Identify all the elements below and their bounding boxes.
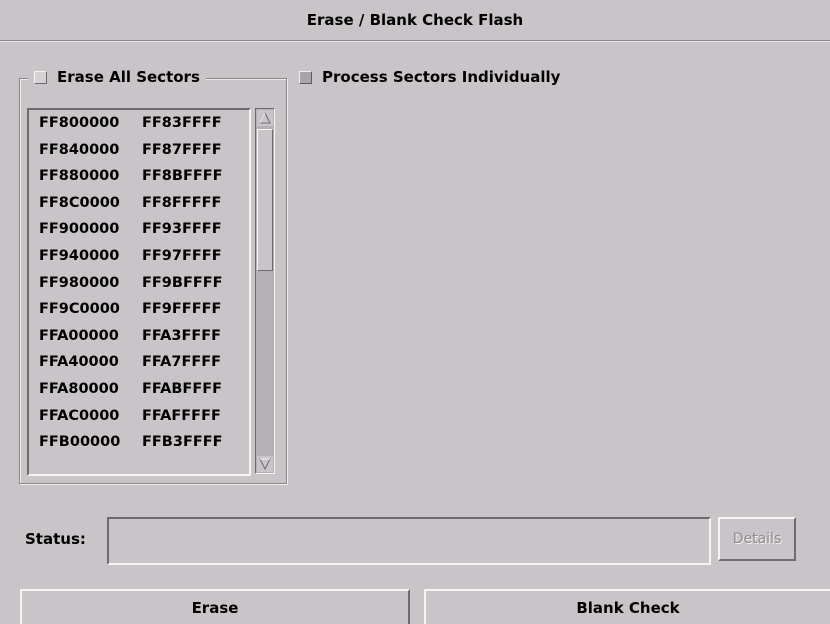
sector-row[interactable]: FF800000 FF83FFFF — [29, 110, 249, 137]
sector-start: FFA40000 — [39, 354, 119, 371]
sector-end: FF87FFFF — [142, 141, 222, 158]
sector-end: FF83FFFF — [142, 115, 222, 131]
sector-start: FF940000 — [39, 247, 120, 264]
scroll-up-arrow-icon[interactable] — [257, 110, 273, 126]
scroll-thumb[interactable] — [257, 129, 273, 271]
window-title: Erase / Blank Check Flash — [0, 0, 830, 41]
process-individually-checkbox[interactable]: Process Sectors Individually — [299, 63, 560, 91]
sector-row[interactable]: FF840000 FF87FFFF — [29, 137, 249, 164]
checkbox-icon — [299, 70, 312, 84]
status-label: Status: — [25, 530, 86, 548]
sector-start: FF8C0000 — [39, 194, 120, 211]
sector-end: FFB3FFFF — [142, 434, 223, 451]
sector-start: FF840000 — [39, 141, 120, 158]
process-individually-label: Process Sectors Individually — [322, 68, 561, 86]
sector-end: FFABFFFF — [142, 380, 223, 397]
erase-all-checkbox[interactable]: Erase All Sectors — [28, 63, 206, 91]
sector-start: FF980000 — [39, 274, 120, 291]
sector-start: FF9C0000 — [39, 301, 120, 318]
scroll-down-arrow-icon[interactable] — [257, 456, 273, 472]
sector-start: FF800000 — [39, 115, 120, 131]
sector-end: FF8FFFFF — [142, 194, 222, 211]
sector-end: FF9FFFFF — [142, 301, 222, 318]
sector-row[interactable]: FF880000 FF8BFFFF — [29, 163, 249, 190]
sector-end: FFA3FFFF — [142, 327, 222, 344]
sector-start: FF880000 — [39, 168, 120, 185]
sector-start: FFA00000 — [39, 327, 119, 344]
sector-row[interactable]: FF900000 FF93FFFF — [29, 216, 249, 243]
sector-end: FF9BFFFF — [142, 274, 223, 291]
checkbox-icon — [34, 70, 47, 84]
sector-list[interactable]: FF800000 FF83FFFF FF840000 FF87FFFF FF880000… — [27, 108, 251, 476]
sector-start: FFA80000 — [39, 380, 119, 397]
sector-row[interactable]: FF9C0000 FF9FFFFF — [29, 296, 249, 323]
sector-start: FF900000 — [39, 221, 120, 238]
details-button[interactable]: Details — [718, 517, 796, 561]
erase-button[interactable]: Erase — [20, 589, 410, 624]
sector-row[interactable]: FFA80000 FFABFFFF — [29, 376, 249, 403]
sector-list-scrollbar[interactable] — [255, 108, 275, 474]
sector-row[interactable]: FFA00000 FFA3FFFF — [29, 323, 249, 350]
sector-end: FFAFFFFF — [142, 407, 221, 424]
sector-row[interactable]: FFA40000 FFA7FFFF — [29, 349, 249, 376]
sector-start: FFB00000 — [39, 434, 121, 451]
sector-row[interactable]: FFB00000 FFB3FFFF — [29, 429, 249, 456]
sector-row[interactable]: FF980000 FF9BFFFF — [29, 270, 249, 297]
sector-start: FFAC0000 — [39, 407, 120, 424]
sector-row[interactable]: FF940000 FF97FFFF — [29, 243, 249, 270]
sector-end: FF93FFFF — [142, 221, 222, 238]
sector-row[interactable]: FF8C0000 FF8FFFFF — [29, 190, 249, 217]
sector-end: FFA7FFFF — [142, 354, 222, 371]
sector-row[interactable]: FFAC0000 FFAFFFFF — [29, 403, 249, 430]
sector-end: FF8BFFFF — [142, 168, 223, 185]
erase-all-label: Erase All Sectors — [57, 68, 200, 86]
sector-end: FF97FFFF — [142, 247, 222, 264]
status-field — [107, 517, 711, 565]
blank-check-button[interactable]: Blank Check — [424, 589, 830, 624]
